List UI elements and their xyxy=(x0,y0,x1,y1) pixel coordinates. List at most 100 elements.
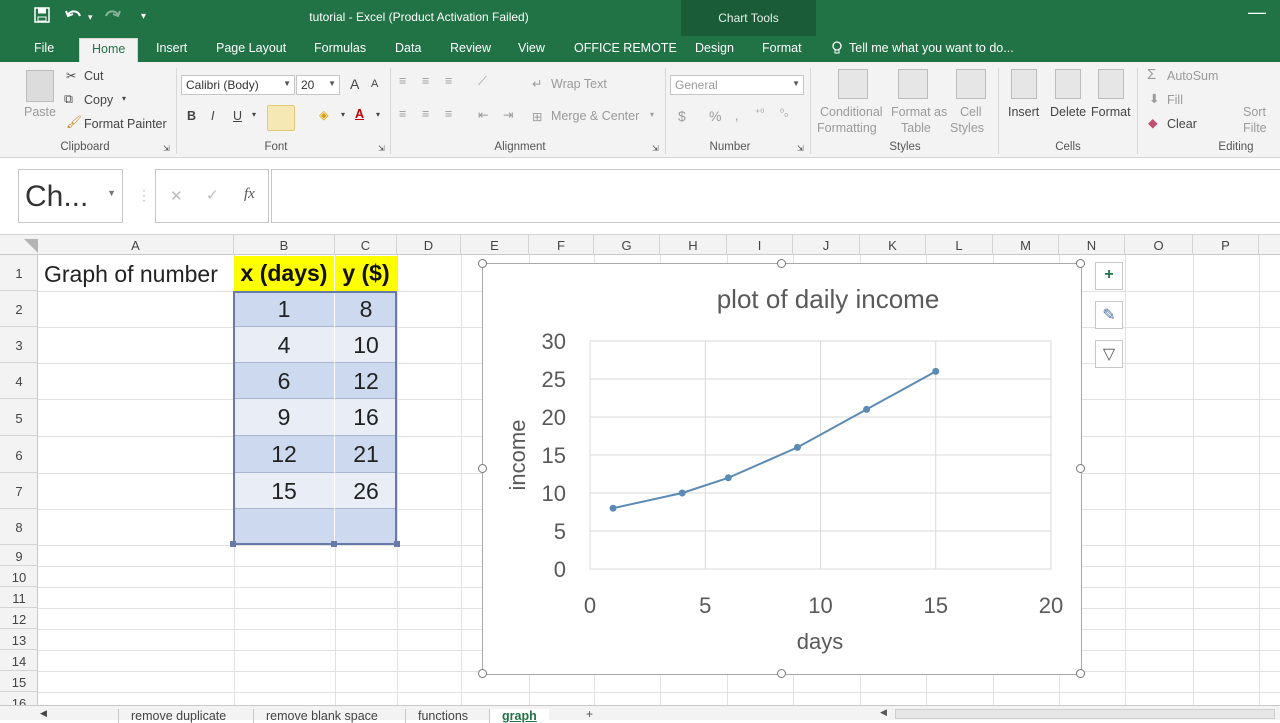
resize-handle[interactable] xyxy=(1076,669,1085,678)
sheet-tab-remove-duplicate[interactable]: remove duplicate xyxy=(118,709,238,723)
delete-cells-icon[interactable] xyxy=(1055,69,1081,99)
cut-icon[interactable]: ✂ xyxy=(66,68,76,83)
format-as-table-icon[interactable] xyxy=(898,69,928,99)
tab-format[interactable]: Format xyxy=(762,41,802,55)
bold-button[interactable]: B xyxy=(187,109,196,123)
font-name-combo[interactable]: Calibri (Body) ▼ xyxy=(181,75,295,95)
decrease-indent-icon[interactable]: ⇤ xyxy=(478,107,488,122)
conditional-formatting-label[interactable]: Conditional xyxy=(820,105,883,119)
fill-color-icon[interactable]: ◈ xyxy=(319,107,329,122)
tab-view[interactable]: View xyxy=(518,41,545,55)
increase-decimal-icon[interactable]: ⁺⁰ xyxy=(755,108,764,119)
resize-handle[interactable] xyxy=(478,259,487,268)
copy-button[interactable]: Copy xyxy=(84,93,113,107)
format-painter-button[interactable]: Format Painter xyxy=(84,117,167,131)
format-cells-button[interactable]: Format xyxy=(1091,105,1131,119)
select-all-icon[interactable] xyxy=(24,239,38,253)
formula-input[interactable] xyxy=(271,169,1280,223)
merge-center-icon[interactable]: ⊞ xyxy=(532,109,542,124)
align-left-icon[interactable]: ≡ xyxy=(399,107,406,121)
formatting-label[interactable]: Formatting xyxy=(817,121,877,135)
sheet-tab-functions[interactable]: functions xyxy=(405,709,480,723)
tab-formulas[interactable]: Formulas xyxy=(314,41,366,55)
fill-color-dropdown-icon[interactable]: ▾ xyxy=(341,110,345,119)
clipboard-launcher-icon[interactable]: ⇲ xyxy=(163,144,170,153)
cell-c3[interactable]: 10 xyxy=(335,332,397,359)
align-right-icon[interactable]: ≡ xyxy=(445,107,452,121)
paste-icon[interactable] xyxy=(26,70,54,102)
cell-c7[interactable]: 26 xyxy=(335,478,397,505)
autosum-icon[interactable]: Σ xyxy=(1147,66,1156,83)
clear-button[interactable]: Clear xyxy=(1167,117,1197,131)
merge-center-button[interactable]: Merge & Center xyxy=(551,109,639,123)
cell-b1[interactable]: x (days) xyxy=(234,256,334,291)
cell-c1[interactable]: y ($) xyxy=(335,256,397,291)
sort-button[interactable]: Sort xyxy=(1243,105,1266,119)
styles-label[interactable]: Styles xyxy=(950,121,984,135)
worksheet-grid[interactable]: ABCDEFGHIJKLMNOP 1 2 3 4 5 6 7 8 9 10 11 12 13 14 15 16… xyxy=(0,235,1280,705)
orientation-icon[interactable]: ⟋ xyxy=(478,74,487,89)
tab-office-remote[interactable]: OFFICE REMOTE xyxy=(574,41,677,55)
alignment-launcher-icon[interactable]: ⇲ xyxy=(652,144,659,153)
number-format-combo[interactable]: General ▼ xyxy=(670,75,804,95)
fill-handle[interactable] xyxy=(394,541,400,547)
chart-styles-button[interactable]: ✎ xyxy=(1095,301,1123,329)
decrease-decimal-icon[interactable]: ⁰₀ xyxy=(780,108,788,119)
shrink-font-button[interactable]: A xyxy=(371,78,378,90)
table-label[interactable]: Table xyxy=(901,121,931,135)
cell-label[interactable]: Cell xyxy=(960,105,982,119)
horizontal-scrollbar[interactable] xyxy=(895,709,1275,719)
cell-c6[interactable]: 21 xyxy=(335,441,397,468)
italic-button[interactable]: I xyxy=(211,109,214,123)
align-center-icon[interactable]: ≡ xyxy=(422,107,429,121)
align-top-icon[interactable]: ≡ xyxy=(399,74,406,88)
tab-home[interactable]: Home xyxy=(79,38,139,62)
fill-handle[interactable] xyxy=(230,541,236,547)
cell-c2[interactable]: 8 xyxy=(335,296,397,323)
fill-handle[interactable] xyxy=(331,541,337,547)
increase-indent-icon[interactable]: ⇥ xyxy=(503,107,513,122)
comma-style-icon[interactable]: , xyxy=(735,109,738,123)
sheet-tab-remove-blank-space[interactable]: remove blank space xyxy=(253,709,390,723)
clear-icon[interactable]: ◆ xyxy=(1148,115,1158,130)
tab-data[interactable]: Data xyxy=(395,41,421,55)
cut-button[interactable]: Cut xyxy=(84,69,103,83)
chart-elements-button[interactable]: + xyxy=(1095,262,1123,290)
filter-button[interactable]: Filte xyxy=(1243,121,1267,135)
tab-page-layout[interactable]: Page Layout xyxy=(216,41,286,55)
currency-button[interactable]: $ xyxy=(678,108,686,124)
cancel-entry-button[interactable]: ✕ xyxy=(170,187,183,205)
cell-c5[interactable]: 16 xyxy=(335,404,397,431)
cell-b6[interactable]: 12 xyxy=(234,441,334,468)
tab-file[interactable]: File xyxy=(34,41,54,55)
hscroll-left-icon[interactable]: ◀ xyxy=(880,707,887,718)
underline-button[interactable]: U xyxy=(233,109,242,123)
name-box[interactable]: Ch... ▼ xyxy=(18,169,123,223)
wrap-text-icon[interactable]: ↵ xyxy=(532,76,542,91)
cell-b4[interactable]: 6 xyxy=(234,368,334,395)
copy-icon[interactable]: ⧉ xyxy=(64,92,73,107)
cell-styles-icon[interactable] xyxy=(956,69,986,99)
sheet-tab-graph[interactable]: graph xyxy=(489,709,549,723)
font-launcher-icon[interactable]: ⇲ xyxy=(378,144,385,153)
selected-cell-c8[interactable] xyxy=(335,509,397,545)
paste-button[interactable]: Paste xyxy=(24,105,56,119)
tab-review[interactable]: Review xyxy=(450,41,491,55)
delete-cells-button[interactable]: Delete xyxy=(1050,105,1086,119)
format-cells-icon[interactable] xyxy=(1098,69,1124,99)
resize-handle[interactable] xyxy=(1076,464,1085,473)
cell-b7[interactable]: 15 xyxy=(234,478,334,505)
minimize-button[interactable]: — xyxy=(1248,2,1266,23)
font-color-button[interactable]: A xyxy=(355,107,364,121)
number-launcher-icon[interactable]: ⇲ xyxy=(797,144,804,153)
enter-entry-button[interactable]: ✓ xyxy=(206,186,219,204)
copy-dropdown-icon[interactable]: ▾ xyxy=(122,94,126,103)
cell-c4[interactable]: 12 xyxy=(335,368,397,395)
autosum-button[interactable]: AutoSum xyxy=(1167,69,1218,83)
format-painter-icon[interactable]: 🖌 xyxy=(66,115,82,130)
align-middle-icon[interactable]: ≡ xyxy=(422,74,429,88)
cell-a1[interactable]: Graph of number xyxy=(44,261,234,288)
resize-handle[interactable] xyxy=(1076,259,1085,268)
insert-cells-button[interactable]: Insert xyxy=(1008,105,1039,119)
chart-filters-button[interactable]: ▽ xyxy=(1095,340,1123,368)
